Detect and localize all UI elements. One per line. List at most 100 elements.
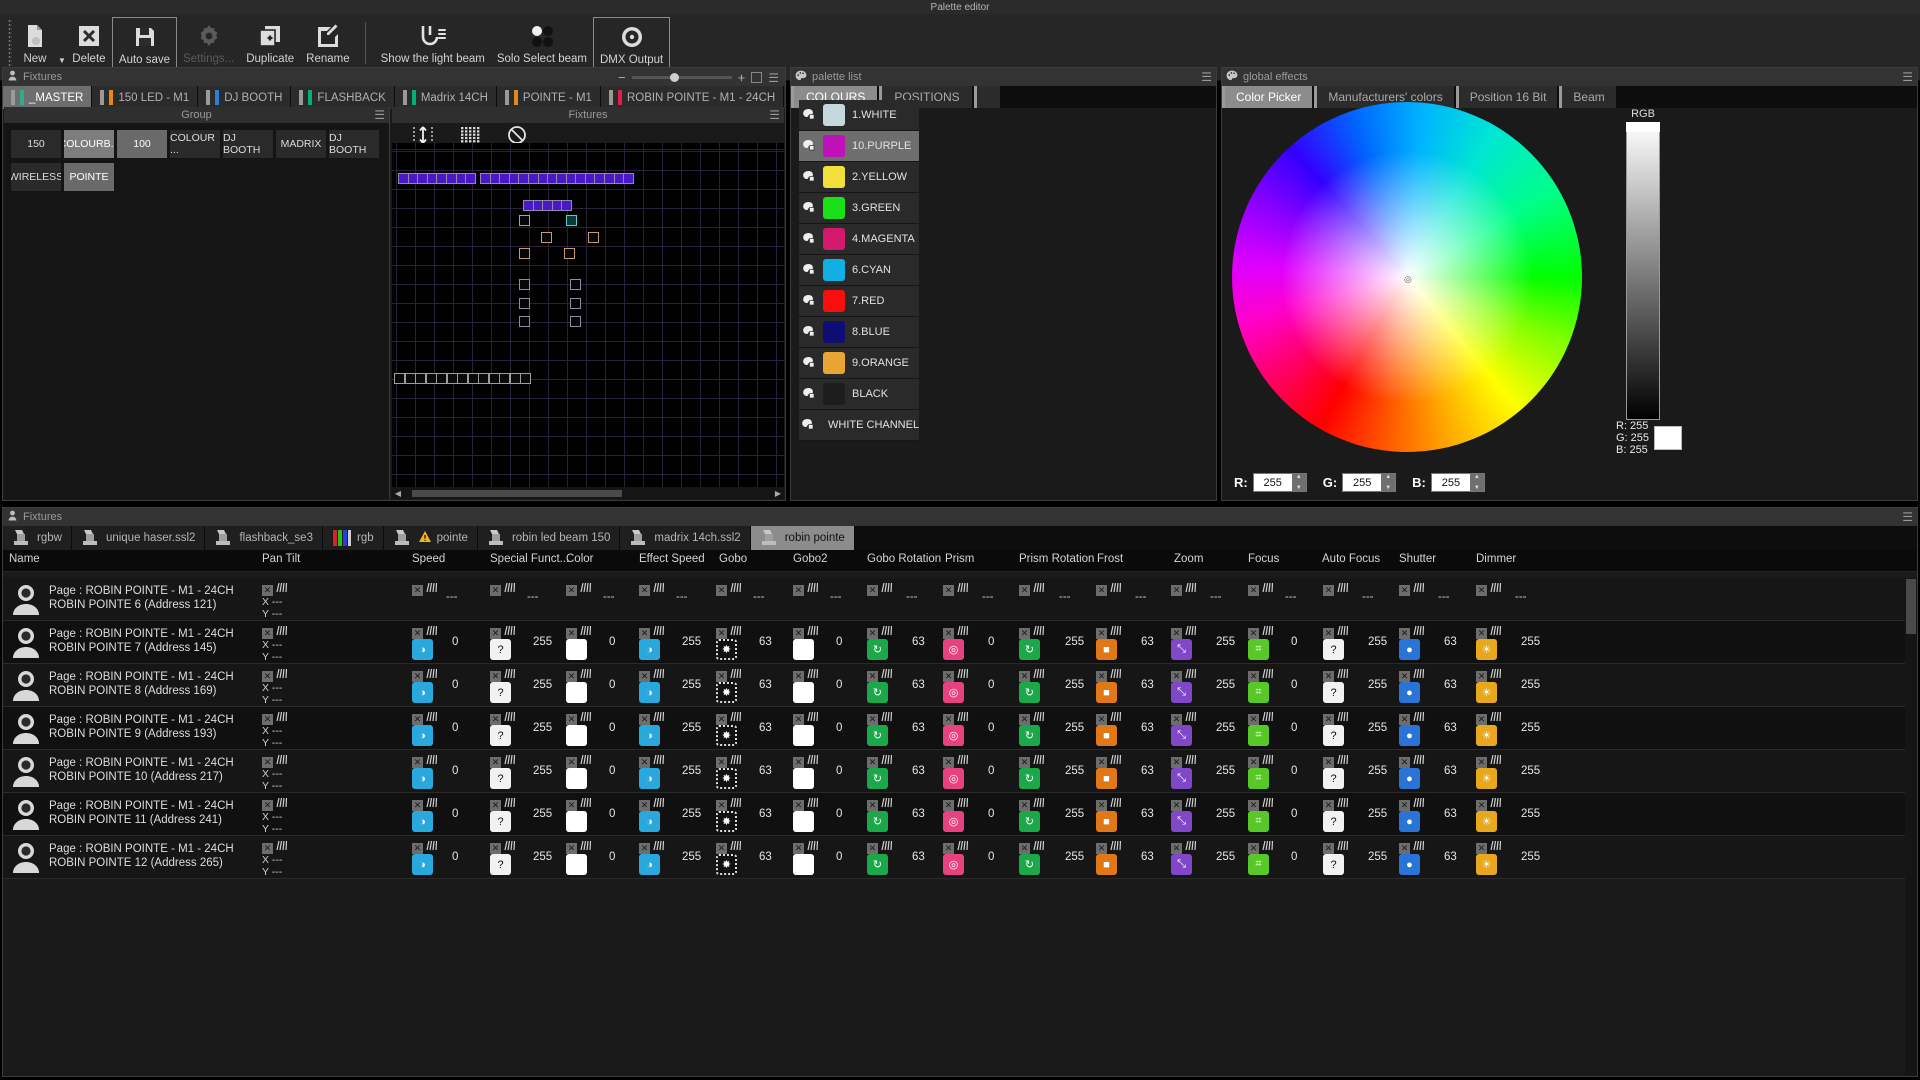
table-row[interactable]: Page : ROBIN POINTE - M1 - 24CH ROBIN POI… <box>3 621 1905 664</box>
fan-icon[interactable] <box>426 625 439 639</box>
control-cell-10[interactable]: ✕ ⤡ <box>1171 797 1198 840</box>
control-value-0[interactable]: 0 <box>452 851 458 894</box>
control-cell-1[interactable]: ✕ ? <box>490 625 517 668</box>
group-button-3[interactable]: COLOUR ... <box>169 129 221 159</box>
pan-tilt-cell[interactable]: ✕ X --- Y --- <box>262 754 289 797</box>
control-checkbox[interactable]: ✕ <box>490 800 501 811</box>
control-cell-1[interactable]: ✕ ? <box>490 754 517 797</box>
fan-icon[interactable] <box>1110 711 1123 725</box>
control-checkbox[interactable]: ✕ <box>1476 843 1487 854</box>
fan-icon[interactable] <box>807 582 820 596</box>
control-cell-10[interactable]: ✕ ⤡ <box>1171 840 1198 883</box>
control-cell-0[interactable]: ✕ ◑ <box>412 625 439 668</box>
rgb-input-group-g[interactable]: G:▲▼ <box>1323 473 1397 492</box>
stage-fixture-bar[interactable] <box>436 373 447 384</box>
control-icon-6[interactable]: ↻ <box>867 682 888 703</box>
profile-tab-rgbw[interactable]: rgbw <box>3 526 72 550</box>
control-checkbox[interactable]: ✕ <box>793 671 804 682</box>
control-icon-12[interactable]: ? <box>1323 854 1344 875</box>
control-checkbox[interactable]: ✕ <box>1248 628 1259 639</box>
control-icon-14[interactable]: ☀ <box>1476 725 1497 746</box>
fan-icon[interactable] <box>1262 711 1275 725</box>
control-value-2[interactable]: 0 <box>609 851 615 894</box>
control-icon-2[interactable] <box>566 682 587 703</box>
fan-icon[interactable] <box>504 711 517 725</box>
fan-icon[interactable] <box>881 625 894 639</box>
stage-fixture-pointe[interactable] <box>541 232 552 243</box>
control-cell-14[interactable]: ✕ ☀ <box>1476 754 1503 797</box>
stage-fixture-bar[interactable] <box>425 373 437 384</box>
stage-menu-icon[interactable]: ☰ <box>769 108 780 122</box>
fixture-tab-master[interactable]: _MASTER <box>3 86 93 109</box>
control-icon-4[interactable]: ✸ <box>716 854 737 875</box>
control-checkbox[interactable]: ✕ <box>1248 800 1259 811</box>
fan-icon[interactable] <box>807 797 820 811</box>
spinner-down-icon[interactable]: ▼ <box>1474 485 1480 491</box>
fan-icon[interactable] <box>276 582 289 596</box>
fan-icon[interactable] <box>1185 668 1198 682</box>
control-checkbox[interactable]: ✕ <box>412 757 423 768</box>
control-icon-6[interactable]: ↻ <box>867 768 888 789</box>
control-checkbox[interactable]: ✕ <box>1096 585 1107 596</box>
control-checkbox[interactable]: ✕ <box>1171 628 1182 639</box>
control-checkbox[interactable]: ✕ <box>943 671 954 682</box>
rgb-spinner[interactable]: ▲▼ <box>1430 473 1485 492</box>
control-checkbox[interactable]: ✕ <box>1019 671 1030 682</box>
rgb-input-row[interactable]: R:▲▼G:▲▼B:▲▼ <box>1234 473 1485 492</box>
control-icon-13[interactable]: ● <box>1399 854 1420 875</box>
group-button-5[interactable]: MADRIX <box>275 129 327 159</box>
group-button-7[interactable]: WIRELESS <box>10 162 62 192</box>
pan-tilt-checkbox[interactable]: ✕ <box>262 670 273 682</box>
control-checkbox[interactable]: ✕ <box>716 843 727 854</box>
control-checkbox[interactable]: ✕ <box>793 843 804 854</box>
new-dropdown-caret-icon[interactable]: ▼ <box>58 56 66 65</box>
profile-tab-robin-led-beam-150[interactable]: robin led beam 150 <box>477 526 621 550</box>
fan-icon[interactable] <box>1337 668 1350 682</box>
fan-icon[interactable] <box>1337 840 1350 854</box>
control-checkbox[interactable]: ✕ <box>639 714 650 725</box>
fan-icon[interactable] <box>1413 625 1426 639</box>
control-checkbox[interactable]: ✕ <box>1019 585 1030 596</box>
control-icon-8[interactable]: ↻ <box>1019 639 1040 660</box>
rgb-spinner-arrows[interactable]: ▲ ▼ <box>1291 474 1306 491</box>
fan-icon[interactable] <box>653 797 666 811</box>
fan-icon[interactable] <box>1337 797 1350 811</box>
pan-tilt-checkbox[interactable]: ✕ <box>262 584 273 596</box>
control-checkbox[interactable]: ✕ <box>1019 714 1030 725</box>
control-icon-11[interactable]: ⌗ <box>1248 639 1269 660</box>
control-cell-5[interactable]: ✕ <box>793 711 820 754</box>
pan-tilt-checkbox[interactable]: ✕ <box>262 756 273 768</box>
column-header-focus[interactable]: Focus <box>1248 553 1279 565</box>
control-checkbox[interactable]: ✕ <box>1476 585 1487 596</box>
control-cell-3[interactable]: ✕ ◑ <box>639 668 666 711</box>
control-cell-9[interactable]: ✕ ■ <box>1096 668 1123 711</box>
control-checkbox[interactable]: ✕ <box>1323 714 1334 725</box>
control-icon-5[interactable] <box>793 682 814 703</box>
control-checkbox[interactable]: ✕ <box>1476 757 1487 768</box>
fan-icon[interactable] <box>1262 754 1275 768</box>
control-icon-9[interactable]: ■ <box>1096 768 1117 789</box>
control-cell-10[interactable]: ✕ ⤡ <box>1171 711 1198 754</box>
pan-tilt-checkbox[interactable]: ✕ <box>262 713 273 725</box>
profile-tab-madrix-14ch-ssl2[interactable]: madrix 14ch.ssl2 <box>620 526 751 550</box>
fan-icon[interactable] <box>1110 840 1123 854</box>
control-checkbox[interactable]: ✕ <box>943 757 954 768</box>
control-icon-8[interactable]: ↻ <box>1019 725 1040 746</box>
control-checkbox[interactable]: ✕ <box>793 585 804 596</box>
control-cell-4[interactable]: ✕ ✸ <box>716 668 743 711</box>
control-icon-2[interactable] <box>566 768 587 789</box>
control-cell-8[interactable]: ✕ ↻ <box>1019 840 1046 883</box>
fixture-tab-flashback[interactable]: FLASHBACK <box>291 86 395 109</box>
fan-icon[interactable] <box>426 797 439 811</box>
fan-icon[interactable] <box>504 668 517 682</box>
zoom-slider-track[interactable] <box>631 73 732 82</box>
control-icon-13[interactable]: ● <box>1399 639 1420 660</box>
fan-icon[interactable] <box>1110 625 1123 639</box>
control-checkbox[interactable]: ✕ <box>1171 671 1182 682</box>
control-checkbox[interactable]: ✕ <box>1323 628 1334 639</box>
pan-tilt-cell[interactable]: ✕ X --- Y --- <box>262 797 289 840</box>
fan-icon[interactable] <box>276 754 289 768</box>
fan-icon[interactable] <box>1490 797 1503 811</box>
control-checkbox[interactable]: ✕ <box>1171 714 1182 725</box>
control-cell-4[interactable]: ✕ ✸ <box>716 754 743 797</box>
